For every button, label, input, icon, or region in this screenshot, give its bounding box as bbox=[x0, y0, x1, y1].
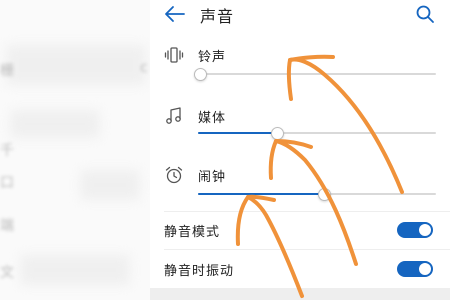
music-note-icon bbox=[164, 106, 184, 126]
section-divider bbox=[164, 211, 450, 212]
slider-fill bbox=[198, 132, 277, 134]
vibrate-when-silent-switch[interactable] bbox=[397, 261, 433, 277]
background-page: 栅 c 千 口 端 文 bbox=[0, 0, 150, 300]
slider-thumb[interactable] bbox=[270, 127, 284, 140]
back-button[interactable] bbox=[164, 4, 186, 24]
search-button[interactable] bbox=[415, 4, 435, 24]
screenshot: 栅 c 千 口 端 文 声音 铃声 媒体 闹钟 静音模式 静音时振动 bbox=[0, 0, 450, 300]
search-icon bbox=[416, 5, 434, 23]
app-bar: 声音 bbox=[150, 0, 450, 30]
slider-fill bbox=[198, 193, 325, 195]
media-label: 媒体 bbox=[198, 111, 227, 126]
vibrate-when-silent-row[interactable]: 静音时振动 bbox=[150, 254, 450, 284]
silent-mode-label: 静音模式 bbox=[164, 225, 221, 240]
silent-mode-row[interactable]: 静音模式 bbox=[150, 215, 450, 245]
row-divider bbox=[164, 249, 450, 250]
background-char: 文 bbox=[0, 265, 14, 281]
background-char: 千 bbox=[0, 143, 14, 159]
vibrate-when-silent-label: 静音时振动 bbox=[164, 264, 235, 279]
ringtone-volume-slider[interactable] bbox=[194, 67, 436, 81]
slider-thumb[interactable] bbox=[194, 68, 208, 81]
alarm-volume-slider[interactable] bbox=[198, 187, 436, 201]
sound-settings-panel: 声音 铃声 媒体 闹钟 静音模式 静音时振动 bbox=[150, 0, 450, 300]
media-volume-slider[interactable] bbox=[198, 126, 436, 140]
alarm-label: 闹钟 bbox=[198, 170, 227, 185]
page-title: 声音 bbox=[200, 7, 235, 26]
silent-mode-switch[interactable] bbox=[397, 222, 433, 238]
ringtone-label: 铃声 bbox=[198, 50, 227, 65]
slider-track bbox=[198, 73, 436, 75]
switch-knob bbox=[419, 224, 431, 236]
background-char: 端 bbox=[0, 218, 14, 234]
alarm-clock-icon bbox=[164, 165, 184, 185]
next-section-edge bbox=[150, 288, 450, 300]
background-char: 栅 bbox=[0, 63, 14, 79]
vibrate-phone-icon bbox=[164, 45, 184, 65]
slider-thumb[interactable] bbox=[318, 188, 332, 201]
arrow-left-icon bbox=[165, 6, 185, 22]
switch-knob bbox=[419, 263, 431, 275]
background-char: c bbox=[140, 60, 148, 76]
background-char: 口 bbox=[0, 175, 14, 191]
